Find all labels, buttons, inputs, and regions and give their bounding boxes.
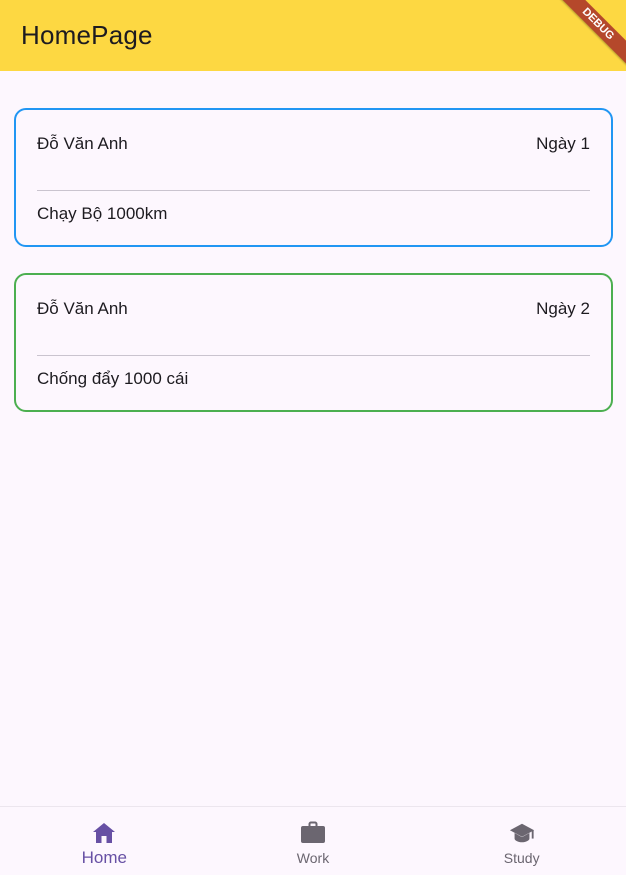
card-person-name: Đỗ Văn Anh xyxy=(37,134,128,153)
card-person-name: Đỗ Văn Anh xyxy=(37,299,128,318)
page-title: HomePage xyxy=(21,20,153,50)
card-task: Chống đẩy 1000 cái xyxy=(37,369,189,388)
briefcase-icon xyxy=(300,820,326,846)
task-card[interactable]: Đỗ Văn Anh Ngày 2 Chống đẩy 1000 cái xyxy=(14,273,613,412)
home-icon xyxy=(91,820,117,846)
card-day: Ngày 2 xyxy=(536,299,590,318)
nav-label-home: Home xyxy=(81,848,128,867)
nav-label-study: Study xyxy=(503,850,540,866)
task-card[interactable]: Đỗ Văn Anh Ngày 1 Chạy Bộ 1000km xyxy=(14,108,613,247)
nav-item-study[interactable]: Study xyxy=(417,807,626,875)
nav-item-home[interactable]: Home xyxy=(0,807,209,875)
card-task: Chạy Bộ 1000km xyxy=(37,204,168,223)
nav-item-work[interactable]: Work xyxy=(209,807,418,875)
card-day: Ngày 1 xyxy=(536,134,590,153)
card-divider xyxy=(37,190,590,191)
app-root: HomePage DEBUG Đỗ Văn Anh Ngày 1 Chạy Bộ… xyxy=(0,0,626,875)
nav-label-work: Work xyxy=(296,850,330,866)
card-list: Đỗ Văn Anh Ngày 1 Chạy Bộ 1000km Đỗ Văn … xyxy=(14,108,613,438)
card-divider xyxy=(37,355,590,356)
graduation-cap-icon xyxy=(509,820,535,846)
app-bar: HomePage xyxy=(0,0,626,71)
bottom-navigation-bar: Home Work Study xyxy=(0,806,626,875)
